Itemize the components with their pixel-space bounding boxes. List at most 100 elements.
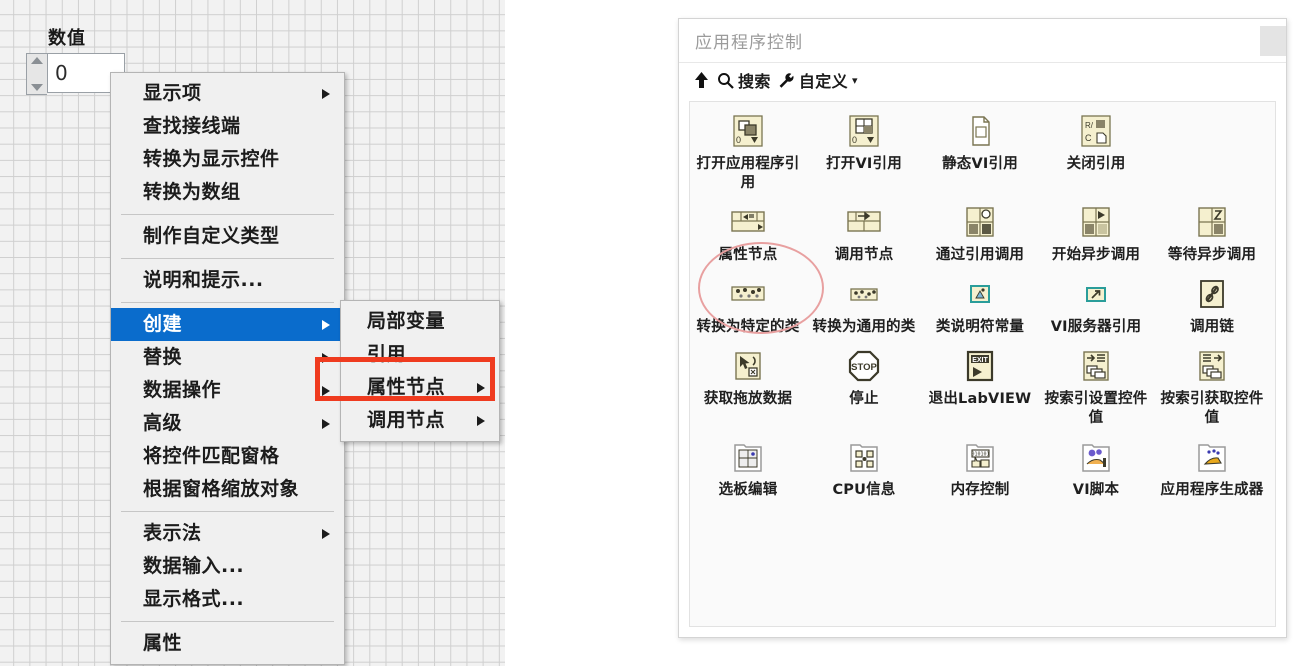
chevron-down-icon[interactable]: ▾ [852, 74, 858, 87]
call-chain-icon[interactable] [1192, 274, 1232, 314]
svg-text:0: 0 [736, 135, 741, 145]
to-more-generic-class-icon[interactable] [844, 274, 884, 314]
palette-item-application-builder[interactable]: 应用程序生成器 [1154, 428, 1270, 500]
context-menu-item[interactable]: 显示格式... [111, 583, 344, 616]
front-panel-canvas[interactable]: 数值 0 显示项 查找接线端 转换为显示控件 转换为数组 制作自定义类型 说明和提示...… [0, 0, 517, 666]
submenu-arrow-icon [477, 415, 485, 426]
submenu-arrow-icon [322, 385, 330, 396]
palette-item-invoke-node[interactable]: 调用节点 [806, 193, 922, 265]
palette-item-label: 等待异步调用 [1167, 247, 1257, 263]
palette-item-wait-async-call[interactable]: 等待异步调用 [1154, 193, 1270, 265]
context-menu-item[interactable]: 替换 [111, 341, 344, 374]
open-vi-reference-icon[interactable]: 0 [844, 111, 884, 151]
context-menu-item[interactable]: 数据输入... [111, 550, 344, 583]
palette-item-label: 按索引设置控件值 [1044, 391, 1148, 426]
context-menu-item[interactable]: 创建 [111, 308, 344, 341]
cpu-information-icon[interactable] [844, 437, 884, 477]
submenu-arrow-icon [477, 382, 485, 393]
call-by-reference-icon[interactable] [960, 202, 1000, 242]
palette-item-cpu-information[interactable]: CPU信息 [806, 428, 922, 500]
palette-item-start-async-call[interactable]: 开始异步调用 [1038, 193, 1154, 265]
palette-item-property-node[interactable]: 属性节点 [690, 193, 806, 265]
context-menu-item[interactable]: 数据操作 [111, 374, 344, 407]
palette-row: 获取拖放数据 STOP 停止 EXIT 退出LabVIEW 按索引设置控件值 按索引获取控件… [690, 337, 1275, 428]
to-more-specific-class-icon[interactable] [728, 274, 768, 314]
palette-search-button[interactable]: 搜索 [717, 68, 771, 92]
palette-item-label: 转换为特定的类 [696, 319, 800, 335]
palette-item-vi-scripting[interactable]: VI脚本 [1038, 428, 1154, 500]
palette-item-label: 打开VI引用 [826, 156, 902, 172]
invoke-node-icon[interactable] [844, 202, 884, 242]
vi-server-reference-icon[interactable] [1076, 274, 1116, 314]
context-menu-item[interactable]: 转换为数组 [111, 176, 344, 209]
set-control-value-by-index-icon[interactable] [1076, 346, 1116, 386]
get-control-value-by-index-icon[interactable] [1192, 346, 1232, 386]
context-menu[interactable]: 显示项 查找接线端 转换为显示控件 转换为数组 制作自定义类型 说明和提示... 创建 替换数… [110, 72, 345, 665]
memory-control-icon[interactable]: 010101 [960, 437, 1000, 477]
submenu-arrow-icon [322, 319, 330, 330]
palette-item-close-reference[interactable]: R/C 关闭引用 [1038, 102, 1154, 193]
palette-customize-label: 自定义 [798, 72, 849, 91]
palette-item-vi-server-reference[interactable]: VI服务器引用 [1038, 265, 1154, 337]
context-menu-item-label: 根据窗格缩放对象 [143, 478, 300, 500]
context-menu-item[interactable]: 转换为显示控件 [111, 143, 344, 176]
application-builder-icon[interactable] [1192, 437, 1232, 477]
triangle-up-icon[interactable] [31, 57, 43, 64]
context-menu-item[interactable]: 表示法 [111, 517, 344, 550]
context-menu-item[interactable]: 将控件匹配窗格 [111, 440, 344, 473]
start-async-call-icon[interactable] [1076, 202, 1116, 242]
palette-item-open-vi-reference[interactable]: 0 打开VI引用 [806, 102, 922, 193]
get-drag-drop-data-icon[interactable] [728, 346, 768, 386]
palette-toolbar[interactable]: 搜索 自定义 ▾ [679, 63, 1286, 97]
close-reference-icon[interactable]: R/C [1076, 111, 1116, 151]
open-application-reference-icon[interactable]: 0 [728, 111, 768, 151]
palette-up-button[interactable] [693, 71, 710, 89]
vi-scripting-icon[interactable] [1076, 437, 1116, 477]
context-menu-item[interactable]: 根据窗格缩放对象 [111, 473, 344, 506]
context-menu-item[interactable]: 制作自定义类型 [111, 220, 344, 253]
palette-item-label: 获取拖放数据 [703, 391, 793, 407]
context-menu-item[interactable]: 属性 [111, 627, 344, 660]
palette-item-palette-editor[interactable]: 选板编辑 [690, 428, 806, 500]
palette-customize-button[interactable]: 自定义 ▾ [778, 68, 858, 92]
context-menu-item[interactable]: 说明和提示... [111, 264, 344, 297]
palette-item-call-by-reference[interactable]: 通过引用调用 [922, 193, 1038, 265]
numeric-spinner[interactable] [26, 53, 47, 95]
palette-item-call-chain[interactable]: 调用链 [1154, 265, 1270, 337]
palette-grid[interactable]: 0 打开应用程序引用 0 打开VI引用 静态VI引用 R/C 关闭引用 属性节点 调用节点 通过引… [689, 101, 1276, 627]
create-submenu[interactable]: 局部变量 引用 属性节点 调用节点 [340, 300, 500, 442]
context-menu-item[interactable]: 高级 [111, 407, 344, 440]
create-submenu-item[interactable]: 引用 [341, 338, 499, 371]
palette-item-to-more-specific-class[interactable]: 转换为特定的类 [690, 265, 806, 337]
palette-item-static-vi-reference[interactable]: 静态VI引用 [922, 102, 1038, 193]
wait-async-call-icon[interactable] [1192, 202, 1232, 242]
palette-item-open-application-reference[interactable]: 0 打开应用程序引用 [690, 102, 806, 193]
class-specifier-constant-icon[interactable] [960, 274, 1000, 314]
palette-item-class-specifier-constant[interactable]: 类说明符常量 [922, 265, 1038, 337]
function-palette-window[interactable]: 应用程序控制 搜索 自定义 ▾ 0 打开应用程序引用 0 打开VI引用 静态VI引用 R/… [678, 18, 1287, 638]
palette-item-stop[interactable]: STOP 停止 [806, 337, 922, 428]
palette-item-get-drag-drop-data[interactable]: 获取拖放数据 [690, 337, 806, 428]
static-vi-reference-icon[interactable] [960, 111, 1000, 151]
context-menu-item[interactable]: 查找接线端 [111, 110, 344, 143]
palette-item-memory-control[interactable]: 010101 内存控制 [922, 428, 1038, 500]
submenu-arrow-icon [322, 418, 330, 429]
stop-icon[interactable]: STOP [844, 346, 884, 386]
palette-editor-icon[interactable] [728, 437, 768, 477]
palette-item-label: 开始异步调用 [1051, 247, 1141, 263]
context-menu-item[interactable]: 显示项 [111, 77, 344, 110]
palette-item-get-control-value-by-index[interactable]: 按索引获取控件值 [1154, 337, 1270, 428]
context-menu-item-label: 显示项 [143, 82, 202, 104]
triangle-down-icon[interactable] [31, 84, 43, 91]
palette-item-set-control-value-by-index[interactable]: 按索引设置控件值 [1038, 337, 1154, 428]
palette-item-to-more-generic-class[interactable]: 转换为通用的类 [806, 265, 922, 337]
create-submenu-item[interactable]: 属性节点 [341, 371, 499, 404]
create-submenu-item[interactable]: 局部变量 [341, 305, 499, 338]
property-node-icon[interactable] [728, 202, 768, 242]
create-submenu-item[interactable]: 调用节点 [341, 404, 499, 437]
front-panel-edge [505, 0, 517, 666]
palette-pin-icon[interactable] [1260, 25, 1286, 56]
context-menu-item-label: 创建 [143, 313, 183, 335]
palette-item-quit-labview[interactable]: EXIT 退出LabVIEW [922, 337, 1038, 428]
quit-labview-icon[interactable]: EXIT [960, 346, 1000, 386]
